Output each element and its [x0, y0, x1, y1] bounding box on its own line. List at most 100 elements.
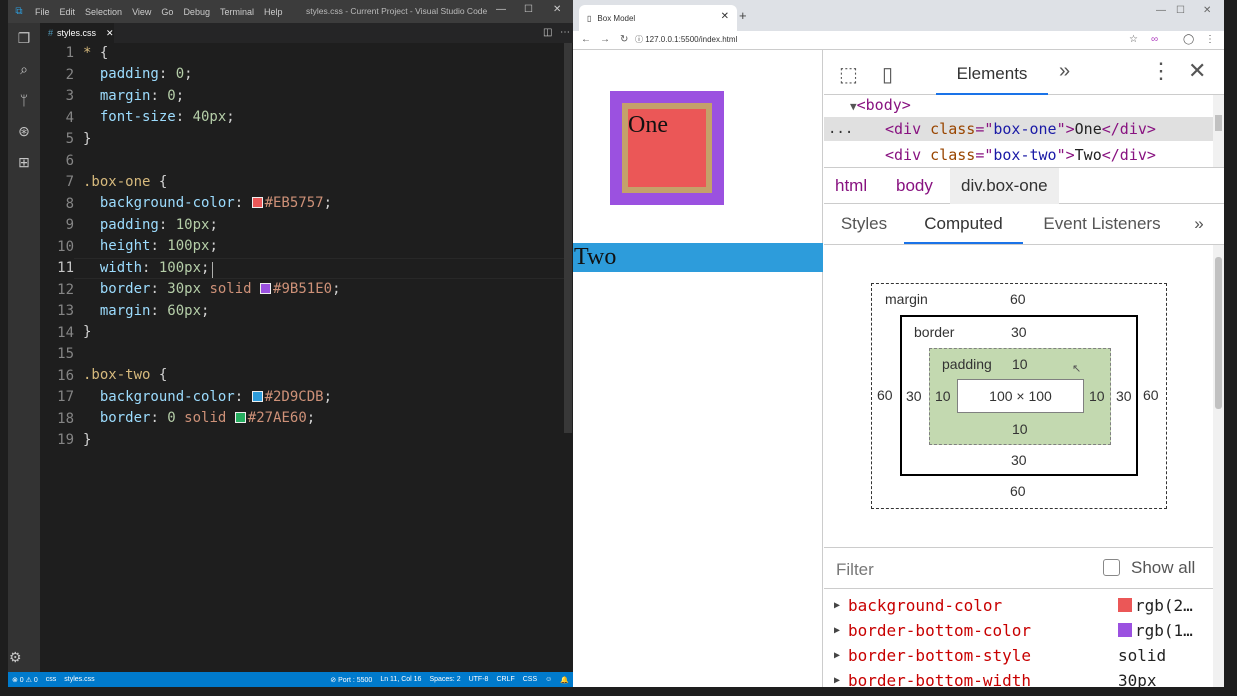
code-editor[interactable]: 1 2 3 4 5 6 7 8 9 10 11 12 13 14 15 16 17 18 19 * { paddin… [40, 43, 573, 672]
crumb-html[interactable]: html [824, 168, 878, 204]
more-panels-icon[interactable]: » [1059, 60, 1070, 83]
menu-view[interactable]: View [127, 7, 156, 17]
color-swatch[interactable] [1118, 623, 1132, 637]
dom-scroll-thumb[interactable] [1215, 115, 1222, 131]
minimize-icon[interactable]: — [1156, 5, 1166, 16]
feedback-icon[interactable]: ☺ [541, 676, 556, 683]
tab-styles-css[interactable]: # styles.css ✕ [40, 23, 114, 43]
expand-triangle-icon[interactable]: ▼ [850, 100, 857, 113]
show-all-checkbox[interactable] [1103, 559, 1120, 576]
branch-indicator[interactable]: css [42, 676, 61, 683]
computed-property-row[interactable]: ▶ border-bottom-width 30px [824, 668, 1213, 687]
split-editor-icon[interactable]: ◫ [543, 27, 552, 38]
box-model-border[interactable]: border 30 30 30 30 padding 10 10 10 10 ↖… [900, 315, 1138, 476]
inspect-element-icon[interactable]: ⬚ [839, 62, 858, 87]
node-actions-ellipsis[interactable]: ... [828, 117, 853, 141]
color-swatch[interactable] [1118, 598, 1132, 612]
margin-left-value[interactable]: 60 [877, 387, 893, 403]
padding-top-value[interactable]: 10 [1012, 356, 1028, 372]
menu-debug[interactable]: Debug [178, 7, 215, 17]
expand-triangle-icon[interactable]: ▶ [834, 643, 840, 668]
dom-node-box-two[interactable]: <div class="box-two">Two</div> [824, 143, 1224, 167]
border-bottom-value[interactable]: 30 [1011, 452, 1027, 468]
extensions-icon[interactable]: ⊞ [15, 153, 33, 171]
margin-right-value[interactable]: 60 [1143, 387, 1159, 403]
filter-input[interactable]: Filter [836, 560, 874, 580]
menu-file[interactable]: File [30, 7, 55, 17]
computed-property-row[interactable]: ▶ border-bottom-style solid [824, 643, 1213, 668]
color-swatch[interactable] [251, 197, 263, 208]
expand-triangle-icon[interactable]: ▶ [834, 593, 840, 618]
crumb-body[interactable]: body [885, 168, 944, 204]
bookmark-star-icon[interactable]: ☆ [1129, 34, 1138, 45]
dom-node-box-one[interactable]: ... <div class="box-one">One</div> [824, 117, 1224, 141]
color-swatch[interactable] [234, 412, 246, 423]
tab-computed[interactable]: Computed [904, 204, 1023, 244]
url-field[interactable]: ⓘ 127.0.0.1:5500/index.html [635, 34, 737, 45]
more-tabs-icon[interactable]: » [1189, 204, 1209, 244]
close-icon[interactable]: ✕ [553, 4, 561, 15]
live-server-port[interactable]: ⊘ Port : 5500 [326, 676, 376, 684]
profile-icon[interactable]: ◯ [1183, 34, 1194, 45]
maximize-icon[interactable]: ☐ [1176, 5, 1185, 16]
language-mode[interactable]: CSS [519, 676, 541, 683]
padding-bottom-value[interactable]: 10 [1012, 421, 1028, 437]
expand-triangle-icon[interactable]: ▶ [834, 668, 840, 687]
box-one[interactable]: One [610, 91, 724, 205]
editor-scrollbar[interactable] [564, 43, 572, 433]
new-tab-icon[interactable]: + [739, 8, 747, 23]
menu-dots-icon[interactable]: ⋮ [1205, 34, 1215, 45]
encoding[interactable]: UTF-8 [465, 676, 493, 683]
notifications-icon[interactable]: 🔔 [556, 676, 573, 684]
padding-left-value[interactable]: 10 [935, 388, 951, 404]
file-indicator[interactable]: styles.css [60, 676, 98, 683]
crumb-div-box-one[interactable]: div.box-one [950, 168, 1059, 204]
problems-indicator[interactable]: ⊗ 0 ⚠ 0 [8, 676, 42, 684]
close-icon[interactable]: ✕ [1203, 5, 1211, 16]
menu-terminal[interactable]: Terminal [215, 7, 259, 17]
explorer-icon[interactable]: ❐ [15, 29, 33, 47]
tab-elements[interactable]: Elements [936, 50, 1048, 95]
menu-go[interactable]: Go [156, 7, 178, 17]
color-swatch[interactable] [260, 283, 272, 294]
tab-event-listeners[interactable]: Event Listeners [1038, 204, 1166, 244]
box-two[interactable]: Two [573, 243, 823, 272]
devtools-scroll-thumb[interactable] [1215, 257, 1222, 409]
indentation[interactable]: Spaces: 2 [425, 676, 464, 683]
extension-icon[interactable]: ∞ [1151, 34, 1158, 45]
dom-scrollbar[interactable] [1213, 95, 1224, 167]
show-all-label[interactable]: Show all [1131, 558, 1195, 578]
box-model-margin[interactable]: margin 60 60 60 60 border 30 30 30 30 pa… [871, 283, 1167, 509]
tab-styles[interactable]: Styles [839, 204, 889, 244]
more-actions-icon[interactable]: ⋯ [560, 27, 570, 38]
menu-selection[interactable]: Selection [80, 7, 127, 17]
devtools-close-icon[interactable]: ✕ [1188, 58, 1206, 84]
back-icon[interactable]: ← [581, 34, 591, 45]
search-icon[interactable]: ⌕ [15, 60, 33, 78]
menu-help[interactable]: Help [259, 7, 288, 17]
device-toolbar-icon[interactable]: ▯ [882, 62, 893, 87]
computed-property-row[interactable]: ▶ border-bottom-color rgb(1… [824, 618, 1213, 643]
padding-right-value[interactable]: 10 [1089, 388, 1105, 404]
line-ending[interactable]: CRLF [492, 676, 518, 683]
menu-edit[interactable]: Edit [55, 7, 81, 17]
border-left-value[interactable]: 30 [906, 388, 922, 404]
forward-icon[interactable]: → [600, 34, 610, 45]
minimize-icon[interactable]: — [496, 4, 506, 15]
box-model-padding[interactable]: padding 10 10 10 10 ↖ 100 × 100 [929, 348, 1111, 445]
maximize-icon[interactable]: ☐ [524, 4, 533, 15]
devtools-scrollbar[interactable] [1213, 245, 1224, 687]
color-swatch[interactable] [251, 391, 263, 402]
margin-bottom-value[interactable]: 60 [1010, 483, 1026, 499]
cursor-position[interactable]: Ln 11, Col 16 [376, 676, 425, 683]
source-control-icon[interactable]: ᛘ [15, 91, 33, 109]
reload-icon[interactable]: ↻ [620, 34, 628, 45]
settings-gear-icon[interactable]: ⚙ [9, 649, 22, 666]
computed-property-row[interactable]: ▶ background-color rgb(2… [824, 593, 1213, 618]
margin-top-value[interactable]: 60 [1010, 291, 1026, 307]
expand-triangle-icon[interactable]: ▶ [834, 618, 840, 643]
devtools-menu-icon[interactable]: ⋮ [1150, 58, 1172, 84]
dom-node-body[interactable]: ▼<body> [824, 95, 1224, 117]
tab-close-icon[interactable]: ✕ [106, 28, 114, 39]
border-right-value[interactable]: 30 [1116, 388, 1132, 404]
